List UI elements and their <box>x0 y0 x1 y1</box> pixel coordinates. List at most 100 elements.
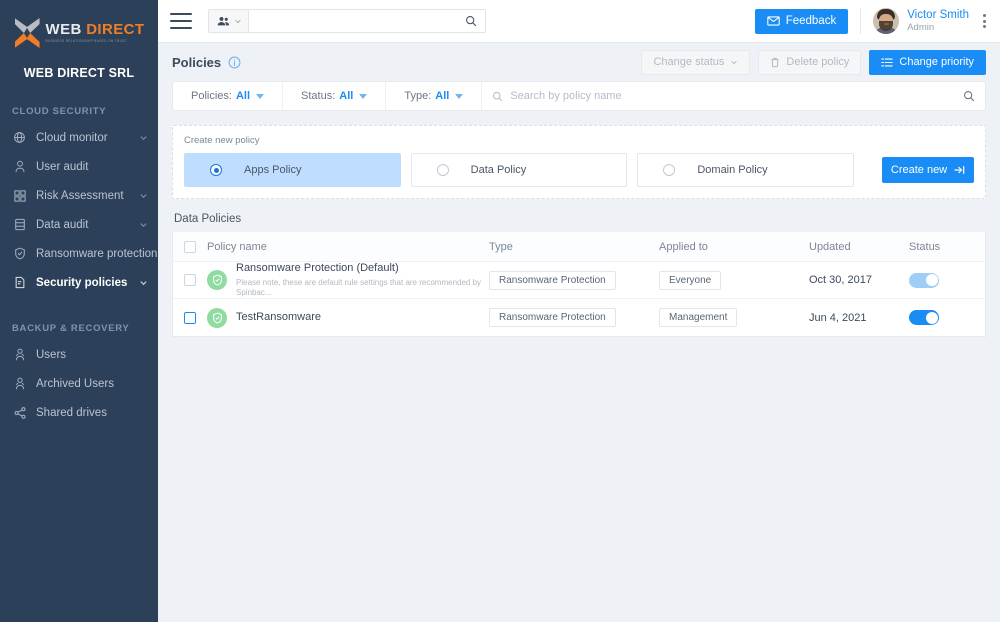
radio-card-data-policy[interactable]: Data Policy <box>410 153 628 187</box>
globe-icon <box>12 131 27 145</box>
nav-section-cloud-security: CLOUD SECURITY <box>12 106 107 117</box>
filter-type[interactable]: Type: All <box>386 82 483 110</box>
change-priority-button[interactable]: Change priority <box>869 49 986 75</box>
envelope-icon <box>766 16 780 26</box>
chevron-down-icon <box>140 194 147 199</box>
applied-to-badge: Everyone <box>659 270 722 290</box>
archived-user-icon <box>12 377 27 391</box>
shield-check-icon <box>12 247 27 261</box>
radio-icon <box>663 164 676 176</box>
global-search <box>208 9 486 33</box>
sidebar-item-archived-users[interactable]: Archived Users <box>0 369 158 398</box>
table-header-row: Policy name Type Applied to Updated Stat… <box>173 232 985 262</box>
sidebar-item-label: Shared drives <box>36 406 107 419</box>
radio-icon <box>210 164 222 176</box>
page-header: Policies Change status Delete policy Cha… <box>158 43 1000 81</box>
change-priority-label: Change priority <box>899 56 974 68</box>
delete-policy-button[interactable]: Delete policy <box>758 49 862 75</box>
status-toggle[interactable] <box>909 310 939 325</box>
filter-policies-value: All <box>235 90 251 102</box>
policy-description: Please note, these are default rule sett… <box>236 277 482 298</box>
chevron-down-icon <box>731 60 738 65</box>
nav-section-backup-recovery: BACKUP & RECOVERY <box>12 323 130 334</box>
policy-type-badge: Ransomware Protection <box>489 308 616 327</box>
search-scope-selector[interactable] <box>209 10 249 32</box>
caret-down-icon <box>455 93 464 99</box>
sidebar-item-users[interactable]: Users <box>0 340 158 369</box>
more-options-icon[interactable] <box>983 14 986 28</box>
sidebar-item-label: Users <box>36 348 67 361</box>
policy-search-input[interactable] <box>510 90 956 102</box>
search-submit-icon[interactable] <box>963 90 975 102</box>
radio-card-apps-policy[interactable]: Apps Policy <box>184 153 401 187</box>
column-header-policy-name: Policy name <box>207 240 267 253</box>
chevron-down-icon <box>235 19 241 24</box>
change-status-label: Change status <box>653 56 725 68</box>
search-input[interactable] <box>249 10 465 32</box>
table-title: Data Policies <box>174 213 242 225</box>
shield-check-icon <box>207 307 227 328</box>
sidebar-item-security-policies[interactable]: Security policies <box>0 268 158 297</box>
filter-type-label: Type: <box>404 90 432 102</box>
search-icon <box>493 91 503 101</box>
filter-status[interactable]: Status: All <box>283 82 387 110</box>
page-title: Policies <box>172 54 222 70</box>
sidebar-item-data-audit[interactable]: Data audit <box>0 210 158 239</box>
sidebar-item-user-audit[interactable]: User audit <box>0 152 158 181</box>
logo: WEB DIRECT BUSINESS RELATIONSHIP BASED O… <box>0 14 158 52</box>
grid-icon <box>12 189 27 203</box>
table-row[interactable]: TestRansomware Ransomware Protection Man… <box>173 299 985 336</box>
organization-name: WEB DIRECT SRL <box>23 66 135 80</box>
trash-icon <box>771 57 780 67</box>
table-row[interactable]: Ransomware Protection (Default) Please n… <box>173 262 985 299</box>
main-area: Feedback Victor Smith Admin Policies Cha… <box>158 0 1000 622</box>
row-checkbox[interactable] <box>184 311 196 324</box>
users-icon <box>217 16 229 25</box>
sidebar-item-cloud-monitor[interactable]: Cloud monitor <box>0 123 158 152</box>
list-icon <box>881 58 894 66</box>
select-all-checkbox[interactable] <box>184 240 196 253</box>
radio-card-label: Domain Policy <box>697 164 768 176</box>
feedback-label: Feedback <box>785 15 837 27</box>
sidebar-item-label: Ransomware protection <box>36 247 158 260</box>
change-status-button[interactable]: Change status <box>641 49 751 75</box>
search-icon[interactable] <box>465 15 485 27</box>
sidebar-item-label: Risk Assessment <box>36 189 124 202</box>
policy-search <box>482 90 985 102</box>
policy-updated-date: Oct 30, 2017 <box>809 274 872 286</box>
filter-policies[interactable]: Policies: All <box>173 82 284 110</box>
sidebar-item-risk-assessment[interactable]: Risk Assessment <box>0 181 158 210</box>
row-checkbox[interactable] <box>184 274 196 286</box>
arrow-to-line-icon <box>954 166 965 174</box>
sidebar-item-label: Security policies <box>36 276 128 289</box>
create-new-button[interactable]: Create new <box>882 157 975 183</box>
chevron-down-icon <box>140 223 147 228</box>
radio-card-domain-policy[interactable]: Domain Policy <box>637 153 855 187</box>
filter-status-label: Status: <box>301 90 336 102</box>
user-menu[interactable]: Victor Smith Admin <box>873 8 969 34</box>
sidebar-item-label: Data audit <box>36 218 89 231</box>
policy-name: Ransomware Protection (Default) <box>236 262 399 275</box>
sidebar-item-label: Archived Users <box>36 377 114 390</box>
create-policy-card: Create new policy Apps Policy Data Polic… <box>172 125 986 199</box>
shield-check-icon <box>207 270 227 290</box>
sidebar-item-ransomware-protection[interactable]: Ransomware protection <box>0 239 158 268</box>
column-header-type: Type <box>489 240 513 253</box>
filter-status-value: All <box>339 90 354 102</box>
radio-card-label: Data Policy <box>470 164 527 176</box>
status-toggle[interactable] <box>909 272 939 288</box>
database-icon <box>12 218 27 232</box>
filter-bar: Policies: All Status: All Type: All <box>172 81 986 111</box>
filter-policies-label: Policies: <box>191 90 232 102</box>
create-new-label: Create new <box>890 164 948 176</box>
user-name: Victor Smith <box>907 8 969 21</box>
sidebar-item-label: Cloud monitor <box>36 131 108 144</box>
sidebar: WEB DIRECT BUSINESS RELATIONSHIP BASED O… <box>0 0 158 622</box>
feedback-button[interactable]: Feedback <box>754 8 849 34</box>
logo-tagline: BUSINESS RELATIONSHIP BASED ON TRUST <box>45 39 128 44</box>
sidebar-item-shared-drives[interactable]: Shared drives <box>0 398 158 427</box>
user-icon <box>12 160 27 174</box>
top-bar: Feedback Victor Smith Admin <box>158 0 1000 43</box>
hamburger-menu-icon[interactable] <box>170 13 192 29</box>
info-icon[interactable] <box>228 56 241 69</box>
